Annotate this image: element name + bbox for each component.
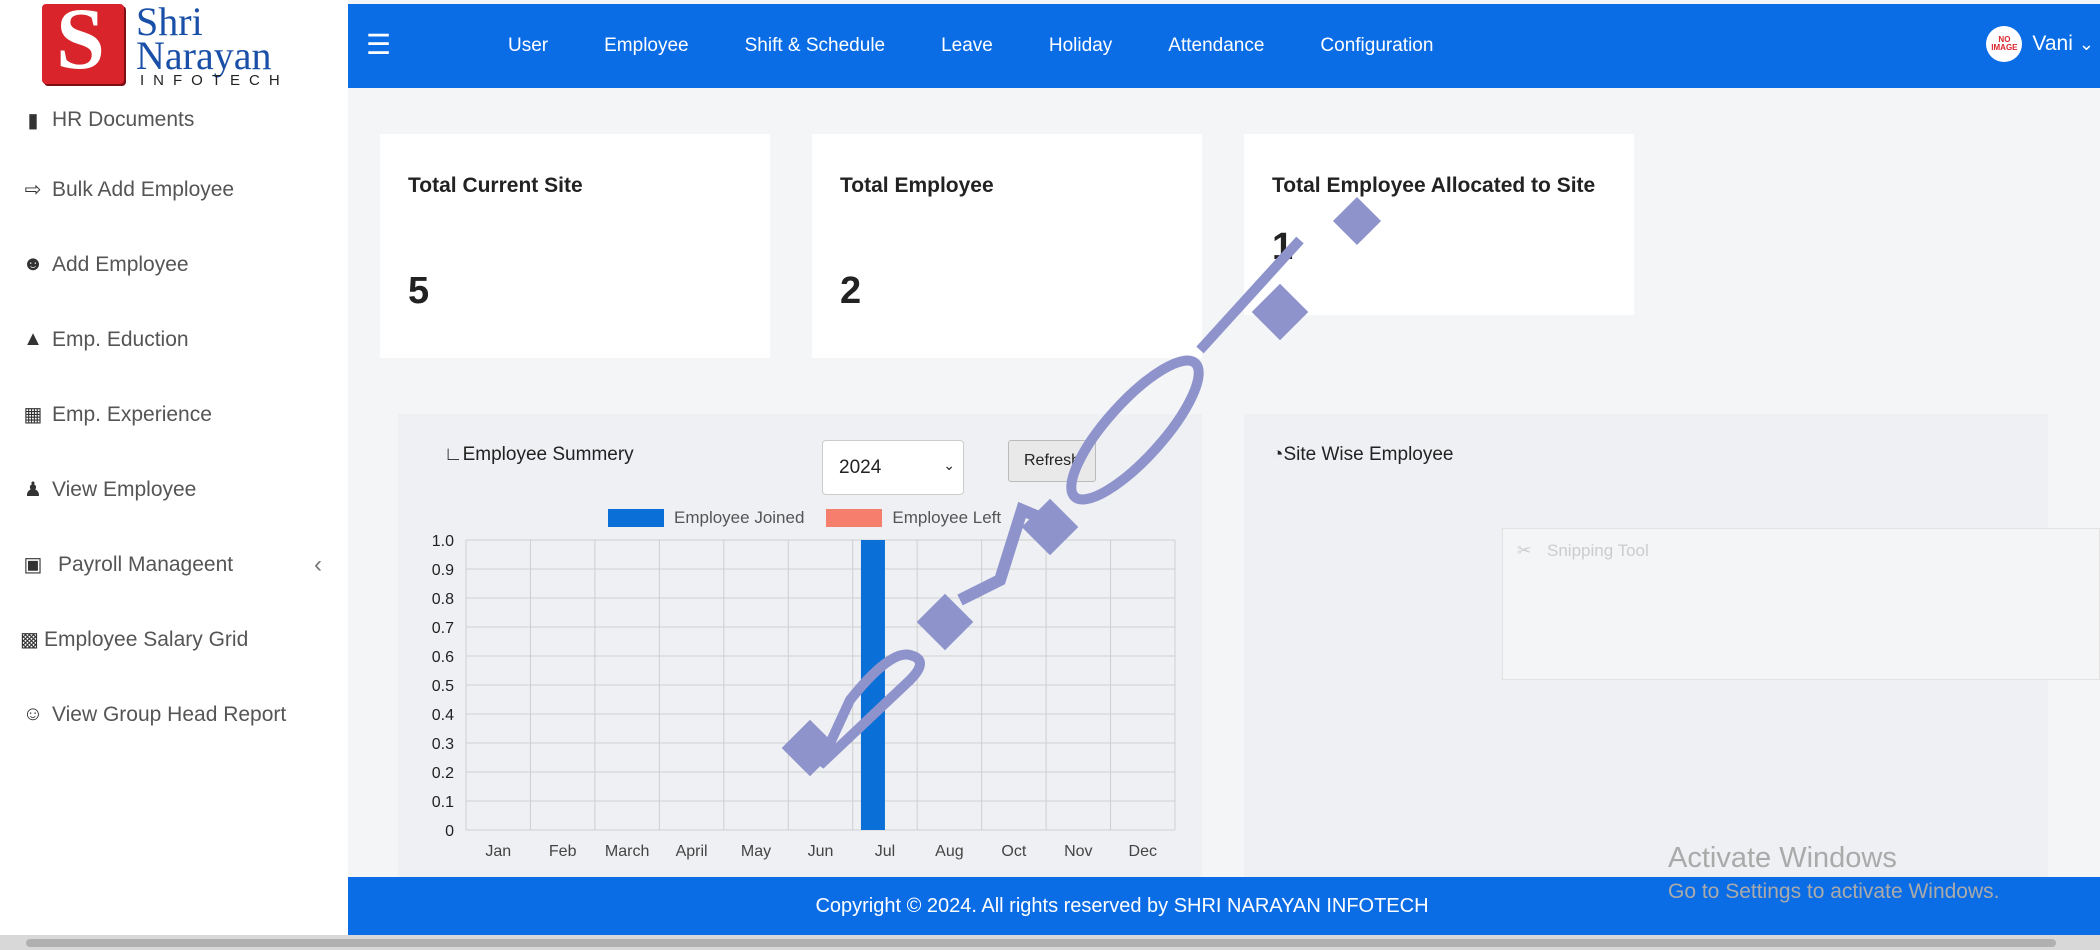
snipping-tool-label: Snipping Tool <box>1547 541 1649 560</box>
x-tick-label: April <box>676 843 708 860</box>
sidebar-item-emp-education[interactable]: ▲ Emp. Eduction <box>0 302 348 377</box>
y-tick-label: 0.3 <box>432 736 454 753</box>
activate-windows-subtitle: Go to Settings to activate Windows. <box>1668 880 2000 903</box>
sidebar-item-label: Emp. Eduction <box>52 327 189 351</box>
y-tick-label: 0.1 <box>432 794 454 811</box>
employee-summary-title: ∟Employee Summery <box>444 444 634 465</box>
x-tick-label: Oct <box>1001 843 1026 860</box>
sidebar-item-view-employee[interactable]: ♟ View Employee <box>0 452 348 527</box>
y-tick-label: 0.8 <box>432 591 454 608</box>
sidebar-item-label: View Group Head Report <box>52 702 287 726</box>
avatar[interactable]: NO IMAGE <box>1986 26 2023 62</box>
sidebar-item-label: Bulk Add Employee <box>52 177 235 201</box>
y-tick-label: 1.0 <box>432 533 454 550</box>
sidebar-nav: ▮ HR Documents ⇨ Bulk Add Employee ☻ Add… <box>0 90 348 752</box>
x-tick-label: Feb <box>549 843 577 860</box>
menu-configuration[interactable]: Configuration <box>1320 35 1433 57</box>
menu-leave[interactable]: Leave <box>941 35 993 57</box>
logo-text-infotech: INFOTECH <box>140 72 289 89</box>
graduation-cap-icon: ▲ <box>23 328 43 350</box>
watermark-graphic <box>781 196 1382 777</box>
import-icon: ⇨ <box>24 179 42 201</box>
top-menu: User Employee Shift & Schedule Leave Hol… <box>508 4 1489 88</box>
chevron-left-icon[interactable]: ‹ <box>314 551 322 579</box>
sidebar-item-label: View Employee <box>52 477 197 501</box>
sidebar-item-label: HR Documents <box>52 108 195 131</box>
sidebar-item-add-employee[interactable]: ☻ Add Employee <box>0 227 348 302</box>
x-tick-label: Dec <box>1129 843 1157 860</box>
y-tick-label: 0.5 <box>432 678 454 695</box>
person-icon: ♟ <box>24 479 42 501</box>
x-tick-label: Jul <box>875 843 895 860</box>
card-value: 5 <box>408 270 430 312</box>
menu-shift-schedule[interactable]: Shift & Schedule <box>745 35 885 57</box>
menu-holiday[interactable]: Holiday <box>1049 35 1112 57</box>
y-tick-label: 0.9 <box>432 562 454 579</box>
sidebar-item-hr-documents[interactable]: ▮ HR Documents <box>0 90 348 152</box>
x-tick-label: Aug <box>935 843 963 860</box>
sidebar-item-view-group-head-report[interactable]: ☺ View Group Head Report <box>0 677 348 752</box>
x-tick-label: Jun <box>808 843 834 860</box>
top-navbar: ☰ User Employee Shift & Schedule Leave H… <box>348 4 2100 88</box>
user-menu[interactable]: NO IMAGE Vani ⌄ <box>1986 26 2100 62</box>
card-total-current-site: Total Current Site 5 <box>380 134 770 358</box>
sidebar-item-label: Employee Salary Grid <box>44 627 249 651</box>
snipping-tool-overlay[interactable]: ✂ Snipping Tool <box>1502 528 2100 680</box>
activate-windows-title: Activate Windows <box>1668 842 1897 874</box>
sidebar-item-label: Emp. Experience <box>52 402 212 426</box>
y-tick-label: 0.7 <box>432 620 454 637</box>
y-tick-label: 0.4 <box>432 707 454 724</box>
logo-text-narayan: Narayan <box>136 33 272 78</box>
menu-user[interactable]: User <box>508 35 548 57</box>
sidebar-item-payroll-management[interactable]: ▣ Payroll Manageent ‹ <box>0 527 348 602</box>
sidebar-item-label: Payroll Manageent <box>58 552 234 576</box>
chevron-down-icon[interactable]: ⌄ <box>2079 34 2094 55</box>
chart-area-icon: ∟ <box>444 444 463 465</box>
x-tick-label: March <box>605 843 649 860</box>
y-tick-label: 0.6 <box>432 649 454 666</box>
file-icon: ▩ <box>20 629 39 651</box>
y-tick-label: 0 <box>445 823 454 840</box>
sidebar-item-employee-salary-grid[interactable]: ▩ Employee Salary Grid <box>0 602 348 677</box>
book-icon: ▮ <box>27 110 39 132</box>
sidebar-item-emp-experience[interactable]: ▦ Emp. Experience <box>0 377 348 452</box>
x-tick-label: Nov <box>1064 843 1092 860</box>
logo-mark: S <box>42 0 124 84</box>
sidebar-item-label: Add Employee <box>52 252 189 276</box>
menu-employee[interactable]: Employee <box>604 35 689 57</box>
x-tick-label: Jan <box>485 843 511 860</box>
card-title: Total Current Site <box>408 174 583 197</box>
keyboard-icon: ▦ <box>23 404 43 426</box>
menu-attendance[interactable]: Attendance <box>1168 35 1264 57</box>
users-icon: ☺ <box>22 703 44 725</box>
horizontal-scrollbar[interactable] <box>0 935 2100 950</box>
users-gear-icon: ☻ <box>22 253 44 275</box>
sidebar-item-bulk-add-employee[interactable]: ⇨ Bulk Add Employee <box>0 152 348 227</box>
scrollbar-thumb[interactable] <box>26 939 2056 947</box>
snipping-tool-icon: ✂ <box>1517 541 1532 560</box>
money-icon: ▣ <box>23 554 43 576</box>
y-tick-label: 0.2 <box>432 765 454 782</box>
hamburger-menu-icon[interactable]: ☰ <box>366 28 391 61</box>
sidebar: S Shri Narayan INFOTECH ▮ HR Documents ⇨… <box>0 0 348 935</box>
footer-copyright: Copyright © 2024. All rights reserved by… <box>815 894 1429 917</box>
company-logo[interactable]: S Shri Narayan INFOTECH <box>40 0 310 90</box>
x-tick-label: May <box>741 843 771 860</box>
user-name[interactable]: Vani <box>2032 32 2072 56</box>
